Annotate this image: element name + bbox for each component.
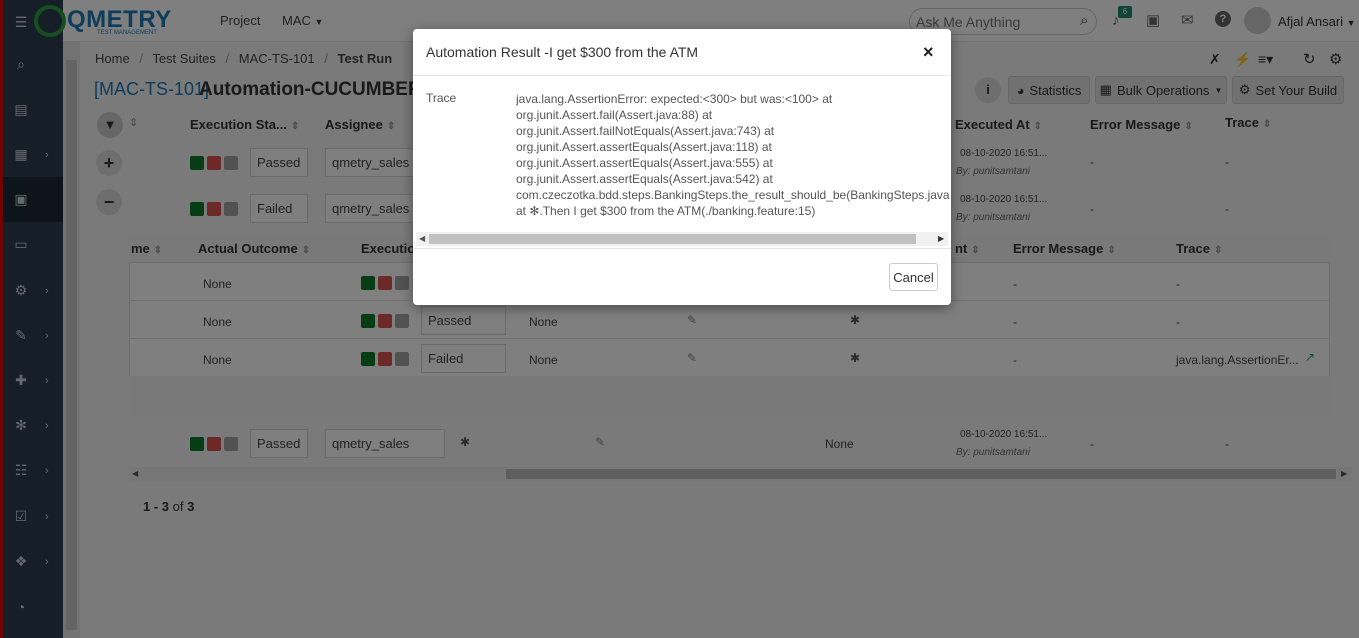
trace-line: org.junit.Assert.fail(Assert.java:88) at [516,108,713,122]
trace-line: org.junit.Assert.assertEquals(Assert.jav… [516,156,773,170]
trace-text: java.lang.AssertionError: expected:<300>… [516,91,951,221]
modal-title: Automation Result -I get $300 from the A… [426,44,699,60]
scroll-right-icon[interactable]: ▶ [938,234,944,243]
trace-line: org.junit.Assert.failNotEquals(Assert.ja… [516,124,775,138]
scroll-thumb[interactable] [429,234,916,244]
trace-horizontal-scrollbar[interactable]: ◀ ▶ [416,232,948,246]
scroll-left-icon[interactable]: ◀ [419,234,425,243]
modal-footer-divider [413,248,951,249]
trace-line: org.junit.Assert.assertEquals(Assert.jav… [516,172,773,186]
trace-line: org.junit.Assert.assertEquals(Assert.jav… [516,140,772,154]
close-icon[interactable]: × [923,42,934,63]
trace-line: java.lang.AssertionError: expected:<300>… [516,92,833,106]
cancel-button[interactable]: Cancel [889,263,938,291]
trace-line: at ✻.Then I get $300 from the ATM(./bank… [516,204,816,218]
modal-header: Automation Result -I get $300 from the A… [413,29,951,76]
automation-result-modal: Automation Result -I get $300 from the A… [413,29,951,305]
trace-line: com.czeczotka.bdd.steps.BankingSteps.the… [516,188,950,202]
trace-label: Trace [426,91,457,105]
